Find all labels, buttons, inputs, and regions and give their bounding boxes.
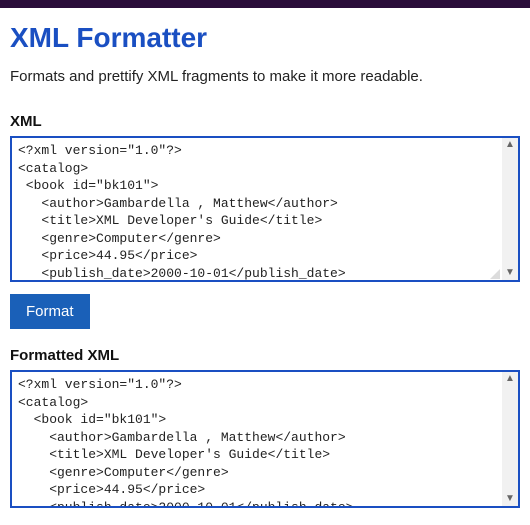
scroll-down-icon[interactable]: ▼	[505, 494, 515, 504]
input-box-wrap: <?xml version="1.0"?> <catalog> <book id…	[10, 136, 520, 282]
page-subtitle: Formats and prettify XML fragments to ma…	[10, 68, 520, 85]
scroll-up-icon[interactable]: ▲	[505, 374, 515, 384]
page-title: XML Formatter	[10, 22, 520, 54]
scroll-up-icon[interactable]: ▲	[505, 140, 515, 150]
window-topbar	[0, 0, 530, 8]
xml-output[interactable]: <?xml version="1.0"?> <catalog> <book id…	[10, 370, 520, 508]
xml-input[interactable]: <?xml version="1.0"?> <catalog> <book id…	[10, 136, 520, 282]
output-label: Formatted XML	[10, 347, 520, 364]
resize-grip-icon[interactable]	[490, 269, 500, 279]
output-box-wrap: <?xml version="1.0"?> <catalog> <book id…	[10, 370, 520, 508]
page-body: XML Formatter Formats and prettify XML f…	[0, 8, 530, 508]
input-label: XML	[10, 113, 520, 130]
format-button[interactable]: Format	[10, 294, 90, 329]
input-scrollbar[interactable]: ▲ ▼	[502, 138, 518, 280]
output-scrollbar[interactable]: ▲ ▼	[502, 372, 518, 506]
scroll-down-icon[interactable]: ▼	[505, 268, 515, 278]
